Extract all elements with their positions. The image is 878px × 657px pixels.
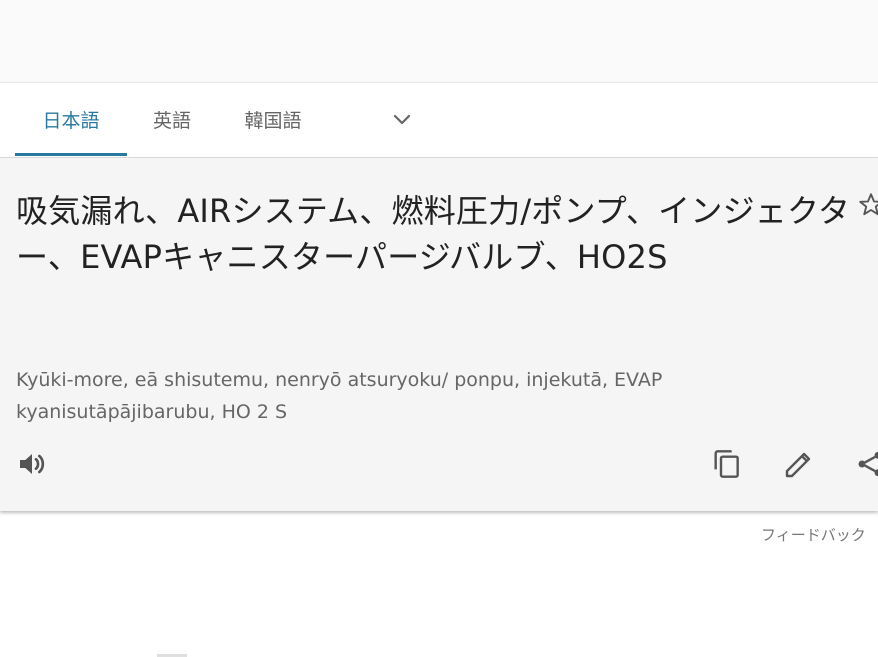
- feedback-link[interactable]: フィードバック: [761, 524, 866, 545]
- tab-english[interactable]: 英語: [137, 83, 207, 155]
- star-icon[interactable]: [857, 191, 878, 219]
- tab-label: 韓国語: [244, 109, 302, 132]
- copy-icon[interactable]: [709, 446, 745, 482]
- tab-japanese[interactable]: 日本語: [15, 83, 127, 155]
- chevron-down-icon[interactable]: [384, 101, 420, 137]
- romanization-text: Kyūki-more, eā shisutemu, nenryō atsuryo…: [16, 369, 663, 423]
- tab-label: 英語: [152, 109, 191, 132]
- tab-korean[interactable]: 韓国語: [227, 83, 319, 155]
- tab-label: 日本語: [42, 109, 100, 132]
- translate-page: 日本語 英語 韓国語 吸気漏れ、AIRシステム、燃料圧力/ポンプ、インジェクター…: [0, 0, 878, 657]
- translation-card: 吸気漏れ、AIRシステム、燃料圧力/ポンプ、インジェクター、EVAPキャニスター…: [0, 158, 878, 511]
- active-tab-indicator: [15, 153, 127, 156]
- language-tabs: 日本語 英語 韓国語: [0, 83, 878, 158]
- pencil-icon[interactable]: [781, 446, 817, 482]
- speaker-icon[interactable]: [14, 446, 50, 482]
- top-bar: [0, 0, 878, 83]
- translation-text: 吸気漏れ、AIRシステム、燃料圧力/ポンプ、インジェクター、EVAPキャニスター…: [16, 192, 851, 276]
- share-icon[interactable]: [852, 446, 878, 482]
